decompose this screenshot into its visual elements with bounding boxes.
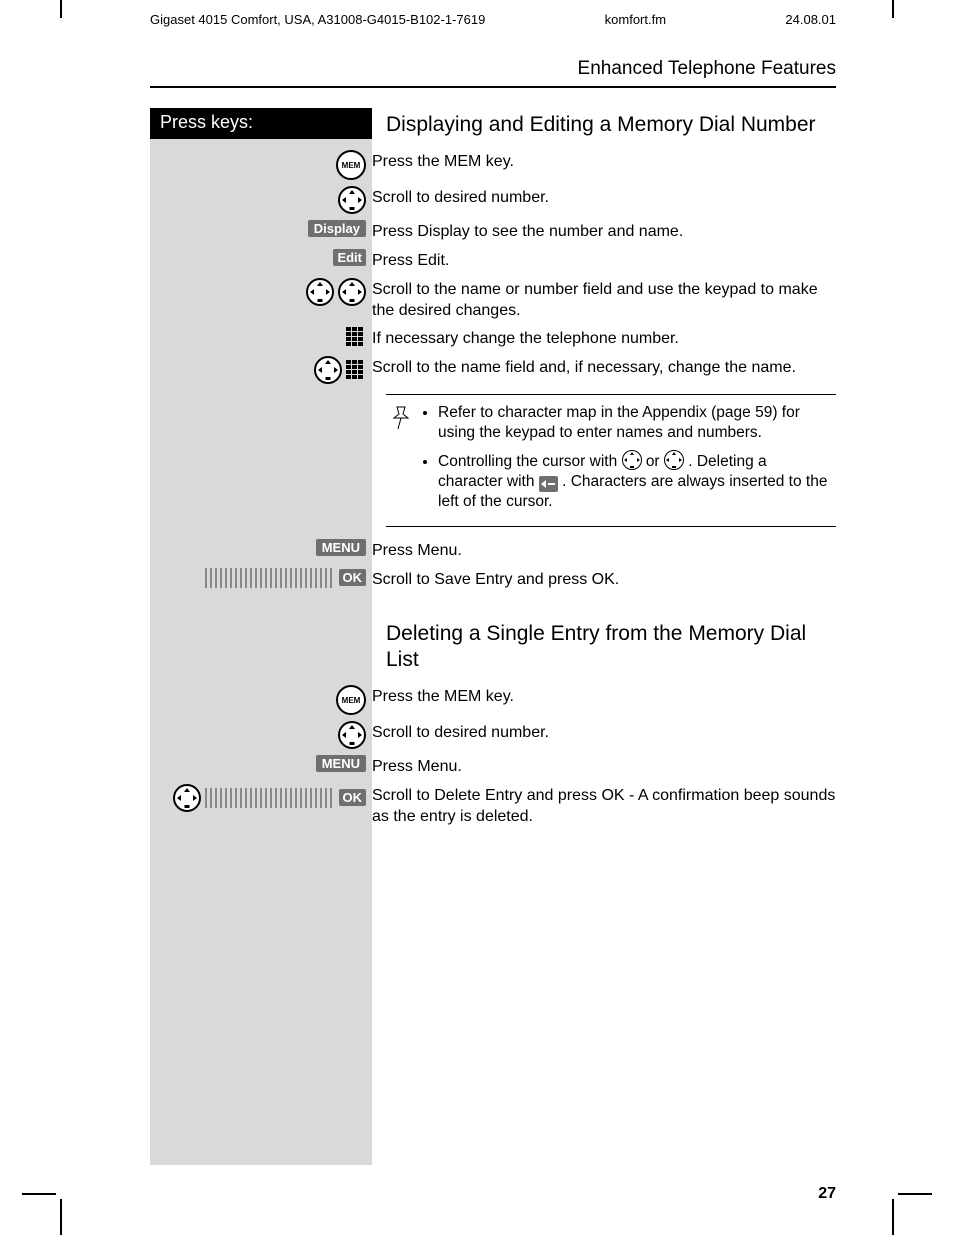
step-text: Press the MEM key. [372, 150, 836, 173]
nav-key-icon [173, 784, 201, 812]
nav-key-icon [306, 278, 334, 306]
crop-mark [22, 1193, 56, 1195]
step-text: Scroll to desired number. [372, 186, 836, 209]
section-title: Enhanced Telephone Features [150, 58, 836, 88]
content-column: Displaying and Editing a Memory Dial Num… [372, 108, 836, 1165]
note-box: Refer to character map in the Appendix (… [386, 394, 836, 527]
step-text: Press Edit. [372, 249, 836, 272]
display-placeholder-icon [205, 568, 335, 588]
step-text: Scroll to desired number. [372, 721, 836, 744]
display-softkey: Display [308, 220, 366, 237]
crop-mark [892, 0, 894, 18]
step-row: Edit Press Edit. [386, 249, 836, 272]
step-text: Press Menu. [372, 755, 836, 778]
note-item: Controlling the cursor with or . Deletin… [438, 450, 832, 512]
step-row: Scroll to desired number. [386, 186, 836, 214]
crop-mark [60, 0, 62, 18]
step-row: Display Press Display to see the number … [386, 220, 836, 243]
header-meta: Gigaset 4015 Comfort, USA, A31008-G4015-… [150, 12, 836, 27]
step-text: Press Menu. [372, 539, 836, 562]
step-row: If necessary change the telephone number… [386, 327, 836, 350]
step-row: OK Scroll to Save Entry and press OK. [386, 568, 836, 591]
nav-key-icon [338, 186, 366, 214]
step-row: Scroll to desired number. [386, 721, 836, 749]
step-text: Press Display to see the number and name… [372, 220, 836, 243]
section-title-text: Enhanced Telephone Features [578, 58, 836, 79]
subheading-delete-single: Deleting a Single Entry from the Memory … [386, 621, 836, 674]
step-row: MENU Press Menu. [386, 539, 836, 562]
page-number: 27 [818, 1185, 836, 1203]
crop-mark [892, 1199, 894, 1235]
step-text: Press the MEM key. [372, 685, 836, 708]
keypad-icon [346, 360, 366, 380]
edit-softkey: Edit [333, 249, 366, 266]
step-text: If necessary change the telephone number… [372, 327, 836, 350]
nav-key-icon [664, 450, 684, 470]
step-text: Scroll to Save Entry and press OK. [372, 568, 836, 591]
step-text: Scroll to the name or number field and u… [372, 278, 836, 322]
mem-key-icon: MEM [336, 685, 366, 715]
menu-softkey: MENU [316, 755, 366, 772]
nav-key-icon [314, 356, 342, 384]
product-id: Gigaset 4015 Comfort, USA, A31008-G4015-… [150, 12, 485, 27]
nav-key-icon [338, 278, 366, 306]
display-placeholder-icon [205, 788, 335, 808]
file-name: komfort.fm [605, 12, 666, 27]
key-column-header: Press keys: [150, 108, 372, 139]
step-text: Scroll to Delete Entry and press OK - A … [372, 784, 836, 828]
step-row: Scroll to the name or number field and u… [386, 278, 836, 322]
nav-key-icon [338, 721, 366, 749]
body: Press keys: Displaying and Editing a Mem… [150, 108, 836, 1165]
keypad-icon [346, 327, 366, 347]
nav-key-icon [622, 450, 642, 470]
ok-softkey: OK [339, 569, 367, 586]
crop-mark [60, 1199, 62, 1235]
pushpin-icon [390, 403, 420, 518]
step-row: MEM Press the MEM key. [386, 150, 836, 180]
menu-softkey: MENU [316, 539, 366, 556]
step-text: Scroll to the name field and, if necessa… [372, 356, 836, 379]
backspace-key-icon [539, 476, 558, 492]
step-row: MEM Press the MEM key. [386, 685, 836, 715]
subheading-display-edit: Displaying and Editing a Memory Dial Num… [386, 112, 836, 138]
page: Gigaset 4015 Comfort, USA, A31008-G4015-… [0, 0, 954, 1235]
step-row: OK Scroll to Delete Entry and press OK -… [386, 784, 836, 828]
file-date: 24.08.01 [785, 12, 836, 27]
note-list: Refer to character map in the Appendix (… [420, 403, 832, 518]
mem-key-icon: MEM [336, 150, 366, 180]
step-row: Scroll to the name field and, if necessa… [386, 356, 836, 384]
ok-softkey: OK [339, 789, 367, 806]
note-item: Refer to character map in the Appendix (… [438, 403, 832, 443]
crop-mark [898, 1193, 932, 1195]
step-row: MENU Press Menu. [386, 755, 836, 778]
key-column: Press keys: [150, 108, 372, 1165]
